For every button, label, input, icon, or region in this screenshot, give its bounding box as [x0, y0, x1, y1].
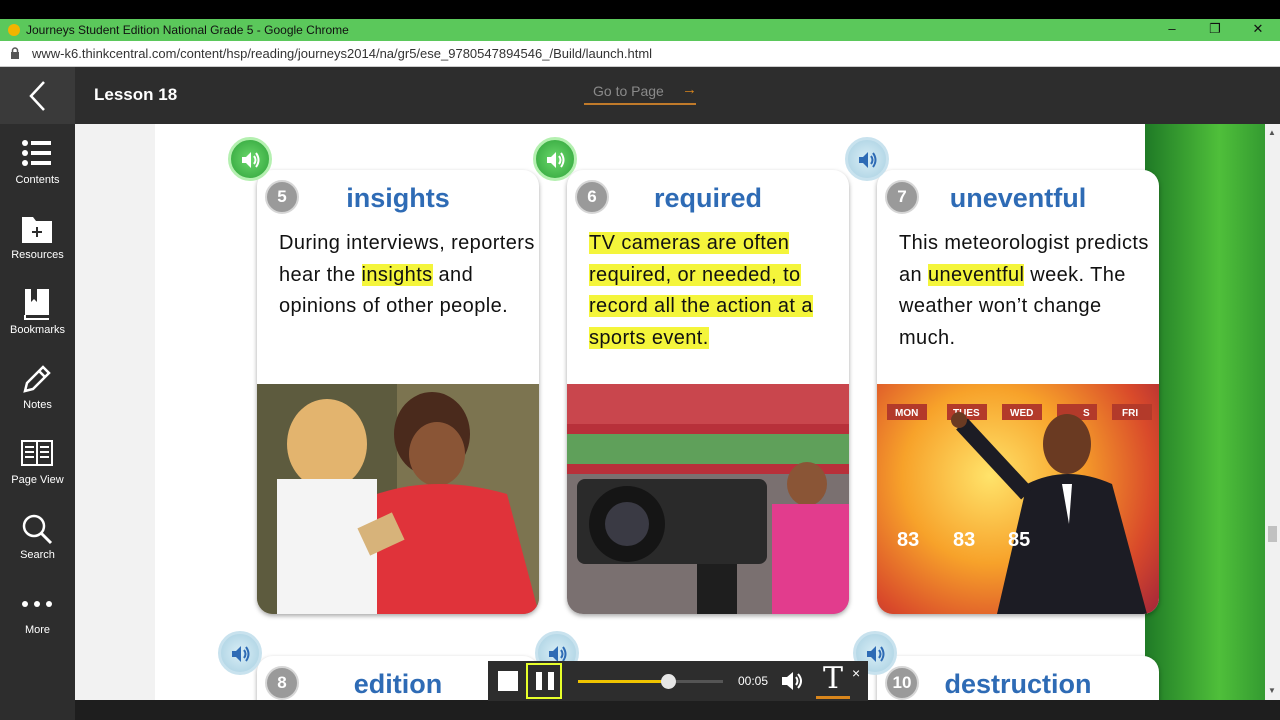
meteorologist-photo: MON TUES WED S FRI 83 83 85	[877, 384, 1159, 614]
speaker-icon	[232, 646, 250, 662]
scroll-down-icon[interactable]: ▼	[1268, 686, 1276, 695]
vocabulary-card: 7 uneventful This meteorologist predicts…	[877, 170, 1159, 614]
highlighted-text: TV cameras are often required, or needed…	[589, 232, 813, 349]
page-green-border	[1145, 124, 1265, 700]
book-page: 5 insights During interviews, reporters …	[155, 124, 1265, 700]
browser-tab-title: Journeys Student Edition National Grade …	[26, 23, 349, 37]
sidebar-item-label: Notes	[23, 399, 52, 411]
sidebar-item-label: Search	[20, 549, 55, 561]
lock-icon	[11, 47, 19, 59]
go-to-page-placeholder: Go to Page	[593, 83, 664, 99]
reporters-photo	[257, 384, 539, 614]
highlighted-text: uneventful	[928, 263, 1025, 286]
lesson-title: Lesson 18	[94, 85, 178, 104]
stop-button[interactable]	[498, 671, 518, 691]
sidebar-item-label: Resources	[11, 249, 64, 261]
restore-button[interactable]: ❐	[1205, 21, 1225, 39]
bookmark-book-icon	[24, 289, 49, 320]
vocabulary-word: destruction	[944, 669, 1092, 699]
sidebar: Contents Resources Bookmarks Notes Page …	[0, 124, 75, 720]
audio-time: 00:05	[738, 674, 769, 688]
chevron-left-icon	[28, 80, 45, 111]
sidebar-item-contents[interactable]: Contents	[0, 124, 75, 199]
back-button[interactable]	[0, 67, 75, 124]
weather-day-label: S	[1083, 408, 1090, 419]
weather-day-label: FRI	[1122, 408, 1138, 419]
browser-title-bar: Journeys Student Edition National Grade …	[0, 19, 1280, 41]
vertical-scrollbar[interactable]: ▲ ▼	[1265, 124, 1280, 700]
sidebar-item-notes[interactable]: Notes	[0, 349, 75, 424]
card-sentence: This meteorologist predicts an uneventfu…	[899, 232, 1149, 349]
pencil-icon	[23, 365, 51, 393]
chrome-logo-icon	[8, 24, 20, 36]
page-view-icon	[21, 440, 53, 466]
audio-button[interactable]	[533, 137, 577, 181]
weather-temp: 83	[953, 529, 975, 551]
close-window-button[interactable]: ✕	[1248, 21, 1268, 39]
vocabulary-card: 10 destruction	[877, 656, 1159, 700]
weather-day-label: WED	[1010, 408, 1033, 419]
audio-player: 00:05 T ×	[488, 661, 868, 701]
search-icon	[22, 514, 53, 545]
volume-icon[interactable]	[780, 669, 806, 693]
sidebar-item-resources[interactable]: Resources	[0, 199, 75, 274]
vocabulary-word: uneventful	[949, 183, 1087, 213]
address-bar[interactable]: www-k6.thinkcentral.com/content/hsp/read…	[0, 41, 1280, 67]
audio-button[interactable]	[845, 137, 889, 181]
app-header: Lesson 18 Go to Page →	[0, 67, 1280, 124]
card-sentence: TV cameras are often required, or needed…	[589, 228, 845, 354]
url-text[interactable]: www-k6.thinkcentral.com/content/hsp/read…	[32, 46, 652, 61]
sidebar-item-page-view[interactable]: Page View	[0, 424, 75, 499]
go-to-page-input[interactable]: Go to Page →	[584, 81, 697, 105]
sidebar-item-search[interactable]: Search	[0, 499, 75, 574]
speaker-icon	[242, 152, 260, 168]
weather-temp: 85	[1008, 529, 1030, 551]
weather-day-label: MON	[895, 408, 918, 419]
folder-plus-icon	[22, 217, 52, 243]
vocabulary-word: insights	[346, 183, 450, 213]
audio-button[interactable]	[218, 631, 262, 675]
sidebar-item-label: More	[24, 624, 51, 636]
scroll-thumb[interactable]	[1268, 526, 1277, 542]
card-sentence: During interviews, reporters hear the in…	[279, 232, 535, 317]
speaker-icon	[859, 152, 877, 168]
vocabulary-word: required	[653, 183, 763, 213]
more-dots-icon	[22, 601, 52, 607]
reader-content: 5 insights During interviews, reporters …	[75, 124, 1265, 700]
pause-button[interactable]	[526, 663, 562, 699]
audio-progress-slider[interactable]	[578, 674, 723, 689]
go-arrow-icon[interactable]: →	[682, 81, 697, 98]
scroll-up-icon[interactable]: ▲	[1268, 128, 1276, 137]
player-close-button[interactable]: ×	[852, 665, 860, 681]
speaker-icon	[547, 152, 565, 168]
vocabulary-card: 6 required TV cameras are often required…	[567, 170, 849, 614]
list-icon	[22, 140, 51, 166]
highlighted-text: insights	[361, 263, 433, 286]
vocabulary-card: 5 insights During interviews, reporters …	[257, 170, 539, 614]
minimize-button[interactable]: –	[1162, 21, 1182, 39]
audio-button[interactable]	[228, 137, 272, 181]
sidebar-item-more[interactable]: More	[0, 574, 75, 649]
sidebar-item-label: Page View	[11, 474, 64, 486]
weather-temp: 83	[897, 529, 919, 551]
audio-progress-fill	[578, 680, 668, 683]
pause-icon	[536, 672, 542, 690]
sidebar-item-label: Contents	[15, 174, 60, 186]
sidebar-item-bookmarks[interactable]: Bookmarks	[0, 274, 75, 349]
text-toggle-button[interactable]: T	[816, 663, 850, 699]
tv-camera-photo	[567, 384, 849, 614]
window-titlebar	[0, 0, 1280, 19]
audio-progress-knob[interactable]	[660, 674, 676, 689]
sidebar-item-label: Bookmarks	[9, 324, 66, 336]
